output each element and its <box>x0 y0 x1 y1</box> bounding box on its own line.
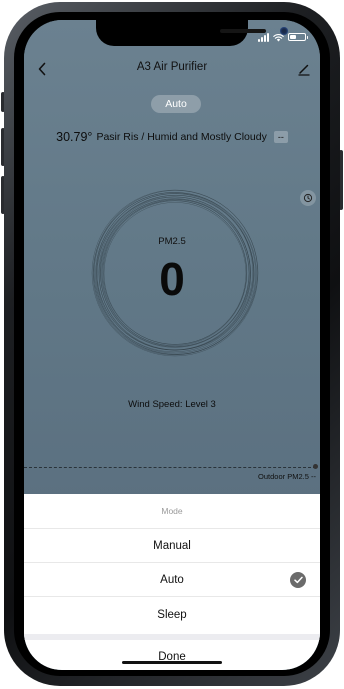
signal-icon <box>258 32 269 42</box>
outdoor-pm25-line <box>24 467 316 468</box>
timer-button[interactable] <box>300 190 316 206</box>
done-button[interactable]: Done <box>24 640 320 670</box>
mode-option-manual[interactable]: Manual <box>24 528 320 562</box>
app-screen: A3 Air Purifier Auto 30.79° Pasir Ris / … <box>24 20 320 670</box>
check-circle-icon <box>290 572 306 588</box>
home-indicator[interactable] <box>122 661 222 664</box>
battery-level <box>290 35 296 39</box>
current-mode-pill[interactable]: Auto <box>151 95 201 113</box>
mode-option-label: Auto <box>160 574 184 586</box>
outdoor-pm25-marker <box>313 464 318 469</box>
notch <box>96 20 288 46</box>
edit-button[interactable] <box>294 58 314 80</box>
outdoor-pm25-label: Outdoor PM2.5 -- <box>258 472 316 481</box>
wind-speed-text: Wind Speed: Level 3 <box>128 399 216 410</box>
mode-option-sleep[interactable]: Sleep <box>24 596 320 634</box>
app-header: A3 Air Purifier <box>24 58 320 80</box>
pm25-value: 0 <box>159 253 185 305</box>
wifi-icon <box>273 33 284 41</box>
mode-option-label: Sleep <box>157 609 187 621</box>
mode-option-label: Manual <box>153 540 191 552</box>
clock-icon <box>303 193 313 203</box>
weather-extra-badge: -- <box>273 131 288 143</box>
pm25-label: PM2.5 <box>158 236 186 247</box>
page-title: A3 Air Purifier <box>136 61 208 73</box>
weather-description: Pasir Ris / Humid and Mostly Cloudy <box>96 131 267 143</box>
temperature-value: 30.79° <box>56 130 93 144</box>
mode-action-sheet: Mode Manual Auto Sleep Done <box>24 494 320 670</box>
pencil-icon <box>298 64 310 76</box>
battery-icon <box>288 33 308 41</box>
mode-option-auto[interactable]: Auto <box>24 562 320 596</box>
status-bar-icons <box>258 32 308 42</box>
phone-device: A3 Air Purifier Auto 30.79° Pasir Ris / … <box>0 0 344 689</box>
mode-sheet-title: Mode <box>161 506 183 516</box>
weather-info: 30.79° Pasir Ris / Humid and Mostly Clou… <box>24 127 320 147</box>
